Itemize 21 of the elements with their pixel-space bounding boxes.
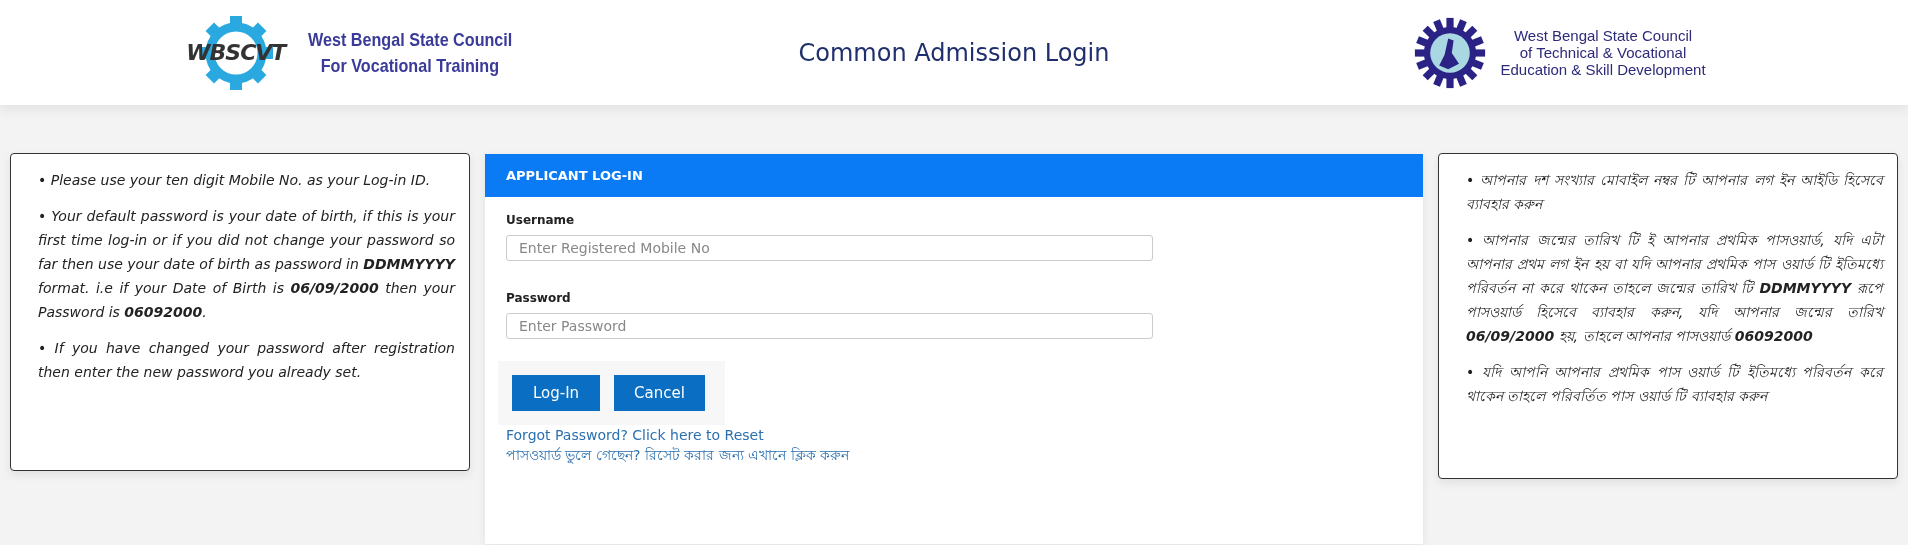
reset-link[interactable]: Forgot Password? Click here to Reset — [506, 425, 764, 445]
organization-name: Education & Skill Development — [1500, 61, 1706, 78]
emblem-icon — [1414, 16, 1487, 89]
card-header: APPLICANT LOG-IN — [485, 154, 1423, 197]
page-title: Common Admission Login — [797, 38, 1111, 67]
organization-name: For Vocational Training — [320, 53, 500, 78]
instruction-text: • Please use your ten digit Mobile No. as your Log-in ID. — [38, 171, 432, 190]
field-label: Username — [506, 213, 575, 227]
field-label: Password — [506, 291, 571, 305]
organization-name: of Technical & Vocational — [1519, 44, 1687, 61]
action-button[interactable]: Log-In — [512, 375, 600, 411]
instruction-text: • If you have changed your password after registration then enter the new password you already set. — [38, 339, 455, 382]
organization-name: West Bengal State Council — [1513, 27, 1693, 44]
reset-link[interactable]: পাসওয়ার্ড ভুলে গেছেন? রিসেট করার জন্য এখানে ক্লিক করুন — [506, 445, 850, 465]
input-field[interactable]: Enter Registered Mobile No — [506, 235, 1153, 261]
instruction-text: • আপনার দশ সংখ্যার মোবাইল নম্বর টি আপনার লগ ইন আইডি হিসেবে ব্যাবহার করুন — [1466, 170, 1883, 214]
instruction-text: • Your default password is your date of birth, if this is your first time log-in or if you did not change your password so far then use your date of birth as password in DDMMYYYY format. i.e if your Date of Birth is 06/09/2000 then your Password is 06092000. — [38, 207, 455, 322]
organization-name: West Bengal State Council — [307, 27, 513, 52]
action-button[interactable]: Cancel — [614, 375, 705, 411]
instruction-text: • যদি আপনি আপনার প্রথমিক পাস ওয়ার্ড টি ইতিমধ্যে পরিবর্তন করে থাকেন তাহলে পরিবর্তিত পাস ওয়ার্ড টি ব্যাবহার করুন — [1466, 362, 1883, 406]
input-field[interactable]: Enter Password — [506, 313, 1153, 339]
